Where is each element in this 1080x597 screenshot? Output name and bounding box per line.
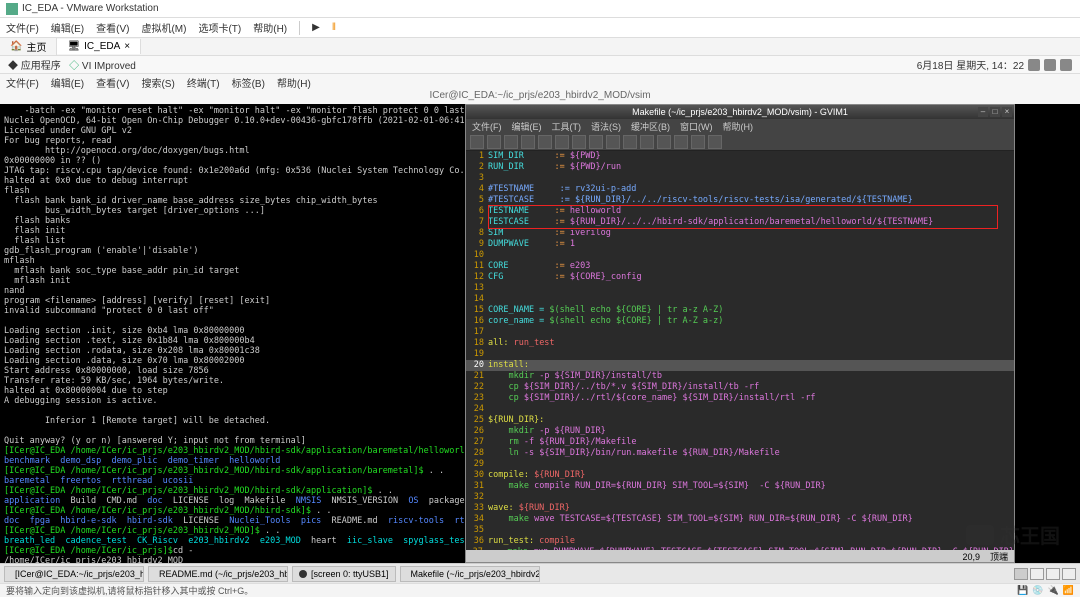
pause-button[interactable]: ‖: [332, 22, 336, 33]
replace-icon[interactable]: [657, 135, 671, 149]
menu-edit[interactable]: 编辑(E): [51, 20, 84, 35]
save-icon[interactable]: [487, 135, 501, 149]
open-icon[interactable]: [470, 135, 484, 149]
guest-top-panel: ◆ 应用程序 ◇ VI IMproved 6月18日 星期天, 14：22: [0, 56, 1080, 74]
close-button[interactable]: ×: [1002, 107, 1012, 117]
device-icon[interactable]: 💾: [1017, 585, 1028, 596]
clock: 6月18日 星期天, 14：22: [917, 57, 1024, 72]
workspace-4[interactable]: [1062, 568, 1076, 580]
play-button[interactable]: ▶: [312, 22, 320, 33]
workspace-2[interactable]: [1030, 568, 1044, 580]
vi-improved[interactable]: VI IMproved: [82, 61, 136, 72]
gvim-editor[interactable]: 1SIM_DIR := ${PWD}2RUN_DIR := ${PWD}/run…: [466, 151, 1014, 550]
workspace-3[interactable]: [1046, 568, 1060, 580]
menu-vm[interactable]: 虚拟机(M): [141, 20, 186, 35]
maximize-button[interactable]: □: [990, 107, 1000, 117]
workspace-1[interactable]: [1014, 568, 1028, 580]
undo-icon[interactable]: [538, 135, 552, 149]
volume-icon[interactable]: [1028, 59, 1040, 71]
task-terminal[interactable]: [ICer@IC_EDA:~/ic_prjs/e203_hbird…: [4, 566, 144, 582]
minimize-button[interactable]: –: [978, 107, 988, 117]
task-readme[interactable]: README.md (~/ic_prjs/e203_hbird…: [148, 566, 288, 582]
menu-file[interactable]: 文件(F): [6, 20, 39, 35]
power-icon[interactable]: [1060, 59, 1072, 71]
task-screen[interactable]: [screen 0: ttyUSB1]: [292, 566, 396, 582]
tab-vm[interactable]: 🖥 IC_EDA ×: [57, 39, 141, 54]
make-icon[interactable]: [674, 135, 688, 149]
vmware-statusbar: 要将输入定向到该虚拟机,请将鼠标指针移入其中或按 Ctrl+G。 💾 💿 🔌 📶: [0, 583, 1080, 597]
menu-tabs[interactable]: 选项卡(T): [198, 20, 241, 35]
print-icon[interactable]: [521, 135, 535, 149]
gvim-window[interactable]: Makefile (~/ic_prjs/e203_hbirdv2_MOD/vsi…: [465, 104, 1015, 563]
vmware-icon: [6, 3, 18, 15]
wifi-icon[interactable]: [1044, 59, 1056, 71]
menu-view[interactable]: 查看(V): [96, 20, 129, 35]
tab-home[interactable]: 🏠 主页: [0, 37, 57, 56]
terminal-title: ICer@IC_EDA:~/ic_prjs/e203_hbirdv2_MOD/v…: [0, 90, 1080, 104]
saveall-icon[interactable]: [504, 135, 518, 149]
findnext-icon[interactable]: [640, 135, 654, 149]
copy-icon[interactable]: [589, 135, 603, 149]
gvim-toolbar[interactable]: [466, 133, 1014, 151]
paste-icon[interactable]: [606, 135, 620, 149]
vmware-menubar[interactable]: 文件(F) 编辑(E) 查看(V) 虚拟机(M) 选项卡(T) 帮助(H) ▶ …: [0, 18, 1080, 38]
menu-help[interactable]: 帮助(H): [253, 20, 287, 35]
gvim-titlebar[interactable]: Makefile (~/ic_prjs/e203_hbirdv2_MOD/vsi…: [466, 105, 1014, 119]
watermark: 芯王国: [966, 520, 1060, 549]
terminal-menubar[interactable]: 文件(F) 编辑(E) 查看(V) 搜索(S) 终端(T) 标签(B) 帮助(H…: [0, 74, 1080, 90]
terminal[interactable]: -batch -ex "monitor reset halt" -ex "mon…: [0, 104, 465, 563]
task-makefile[interactable]: Makefile (~/ic_prjs/e203_hbirdv2_…: [400, 566, 540, 582]
shell-icon[interactable]: [691, 135, 705, 149]
device-icon[interactable]: 🔌: [1048, 585, 1059, 596]
gvim-menubar[interactable]: 文件(F) 编辑(E) 工具(T) 语法(S) 缓冲区(B) 窗口(W) 帮助(…: [466, 119, 1014, 133]
applications-menu[interactable]: 应用程序: [21, 61, 61, 72]
gvim-statusbar: 20,9 顶端: [466, 550, 1014, 562]
find-icon[interactable]: [623, 135, 637, 149]
help-icon[interactable]: [708, 135, 722, 149]
vmware-titlebar: IC_EDA - VMware Workstation: [0, 0, 1080, 18]
device-icon[interactable]: 💿: [1032, 585, 1043, 596]
redo-icon[interactable]: [555, 135, 569, 149]
vmware-tabs: 🏠 主页 🖥 IC_EDA ×: [0, 38, 1080, 56]
vmware-title-text: IC_EDA - VMware Workstation: [22, 3, 159, 14]
guest-taskbar[interactable]: [ICer@IC_EDA:~/ic_prjs/e203_hbird… READM…: [0, 563, 1080, 583]
device-icon[interactable]: 📶: [1063, 585, 1074, 596]
cut-icon[interactable]: [572, 135, 586, 149]
